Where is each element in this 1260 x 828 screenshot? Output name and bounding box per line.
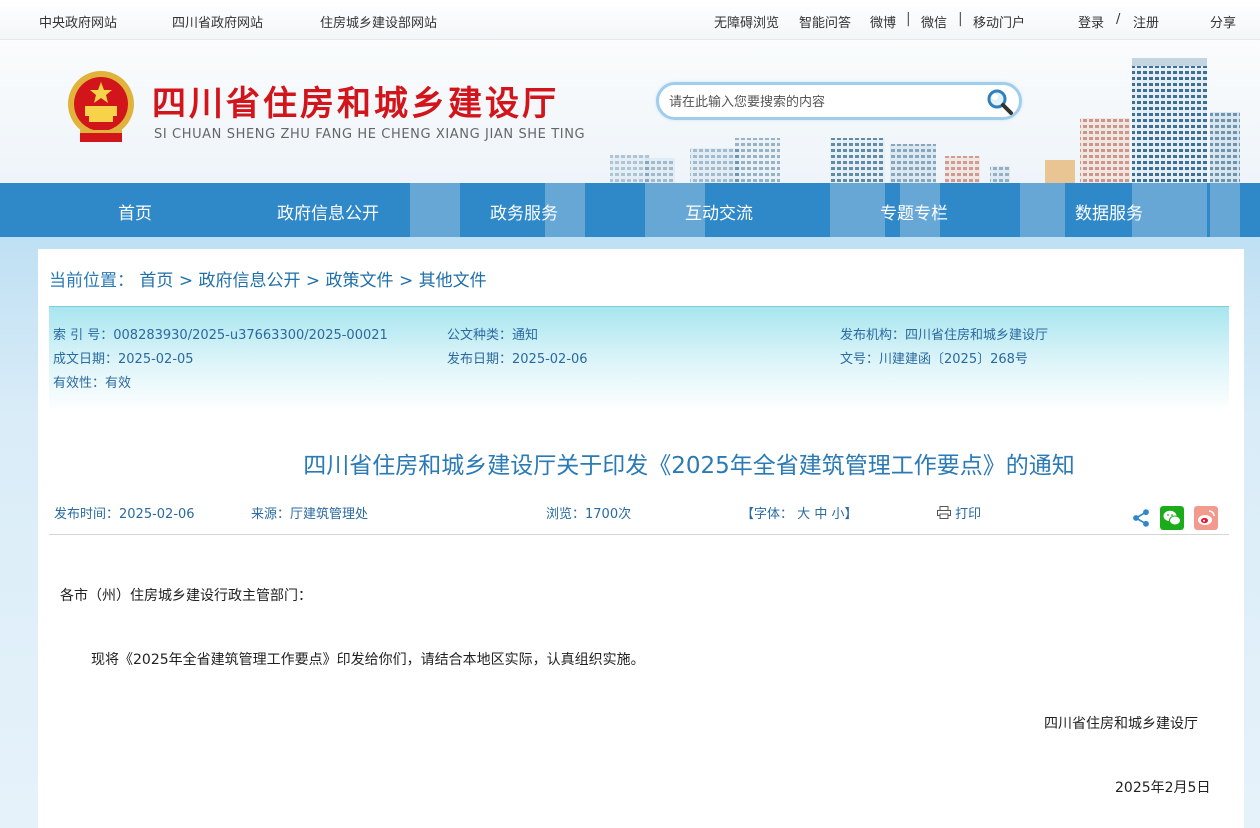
link-accessibility[interactable]: 无障碍浏览 <box>714 12 779 31</box>
breadcrumb-sep: > <box>305 271 321 291</box>
divider: | <box>958 11 963 27</box>
document-meta: 索 引 号：008283930/2025-u37663300/2025-0002… <box>49 306 1229 412</box>
font-medium-button[interactable]: 中 <box>814 507 827 522</box>
nav-interaction[interactable]: 互动交流 <box>685 199 753 224</box>
meta-validity: 有效性：有效 <box>53 376 132 391</box>
nav-services[interactable]: 政务服务 <box>490 199 558 224</box>
font-size-end: 】 <box>844 507 858 522</box>
link-central-gov[interactable]: 中央政府网站 <box>39 12 117 31</box>
share-icon[interactable] <box>1131 506 1151 530</box>
breadcrumb-gov-info[interactable]: 政府信息公开 <box>198 271 300 291</box>
article-source: 来源：厅建筑管理处 <box>251 507 369 522</box>
breadcrumb-sep: > <box>398 271 414 291</box>
weibo-share-icon[interactable] <box>1194 506 1218 530</box>
article-title: 四川省住房和城乡建设厅关于印发《2025年全省建筑管理工作要点》的通知 <box>303 453 1075 479</box>
nav-home[interactable]: 首页 <box>118 199 152 224</box>
divider <box>49 534 1229 535</box>
meta-doc-no: 文号：川建建函〔2025〕268号 <box>840 352 1028 367</box>
register-link[interactable]: 注册 <box>1133 12 1159 31</box>
national-emblem-icon <box>68 71 134 142</box>
print-label: 打印 <box>955 507 982 522</box>
signature: 四川省住房和城乡建设厅 <box>1044 716 1198 732</box>
body-paragraph: 现将《2025年全省建筑管理工作要点》印发给你们，请结合本地区实际，认真组织实施… <box>91 652 645 668</box>
breadcrumb-other[interactable]: 其他文件 <box>419 271 487 291</box>
top-bar: 中央政府网站 四川省政府网站 住房城乡建设部网站 无障碍浏览 智能问答 微博 |… <box>0 0 1260 40</box>
meta-publisher: 发布机构：四川省住房和城乡建设厅 <box>840 328 1049 343</box>
signature-date: 2025年2月5日 <box>1115 780 1211 796</box>
font-size-control: 【字体： 大 中 小】 <box>741 503 858 522</box>
view-count: 浏览：1700次 <box>546 507 632 522</box>
search-box <box>656 82 1022 120</box>
nav-data[interactable]: 数据服务 <box>1075 199 1143 224</box>
link-weibo[interactable]: 微博 <box>870 12 896 31</box>
site-title: 四川省住房和城乡建设厅 <box>152 84 559 124</box>
share-link[interactable]: 分享 <box>1210 12 1236 31</box>
breadcrumb-home[interactable]: 首页 <box>139 271 173 291</box>
nav-gov-info[interactable]: 政府信息公开 <box>277 199 379 224</box>
nav-topics[interactable]: 专题专栏 <box>880 199 948 224</box>
divider: | <box>906 11 911 27</box>
site-header: 四川省住房和城乡建设厅 SI CHUAN SHENG ZHU FANG HE C… <box>0 40 1260 183</box>
site-subtitle: SI CHUAN SHENG ZHU FANG HE CHENG XIANG J… <box>154 127 586 142</box>
link-mobile-portal[interactable]: 移动门户 <box>973 12 1025 31</box>
search-input[interactable] <box>669 92 989 112</box>
publish-time: 发布时间：2025-02-06 <box>54 507 195 522</box>
wechat-share-icon[interactable] <box>1160 506 1184 530</box>
printer-icon <box>937 506 951 519</box>
link-sichuan-gov[interactable]: 四川省政府网站 <box>172 12 263 31</box>
meta-published: 发布日期：2025-02-06 <box>447 352 588 367</box>
print-button[interactable]: 打印 <box>937 503 981 522</box>
link-wechat[interactable]: 微信 <box>921 12 947 31</box>
login-register-separator: / <box>1116 12 1121 27</box>
salutation: 各市（州）住房城乡建设行政主管部门： <box>60 588 312 604</box>
login-link[interactable]: 登录 <box>1078 12 1104 31</box>
meta-created: 成文日期：2025-02-05 <box>53 352 194 367</box>
font-small-button[interactable]: 小 <box>831 507 844 522</box>
link-mohurd[interactable]: 住房城乡建设部网站 <box>320 12 437 31</box>
breadcrumb-policy[interactable]: 政策文件 <box>326 271 394 291</box>
breadcrumb-label: 当前位置： <box>49 271 134 291</box>
font-size-label: 【字体： <box>741 507 794 522</box>
breadcrumb-sep: > <box>178 271 194 291</box>
link-smart-qa[interactable]: 智能问答 <box>799 12 851 31</box>
font-large-button[interactable]: 大 <box>797 507 810 522</box>
meta-category: 公文种类：通知 <box>447 328 539 343</box>
meta-index-no: 索 引 号：008283930/2025-u37663300/2025-0002… <box>53 328 388 343</box>
breadcrumb: 当前位置： 首页 > 政府信息公开 > 政策文件 > 其他文件 <box>49 266 487 291</box>
main-nav: 首页 政府信息公开 政务服务 互动交流 专题专栏 数据服务 <box>0 183 1260 237</box>
search-icon[interactable] <box>985 87 1015 117</box>
